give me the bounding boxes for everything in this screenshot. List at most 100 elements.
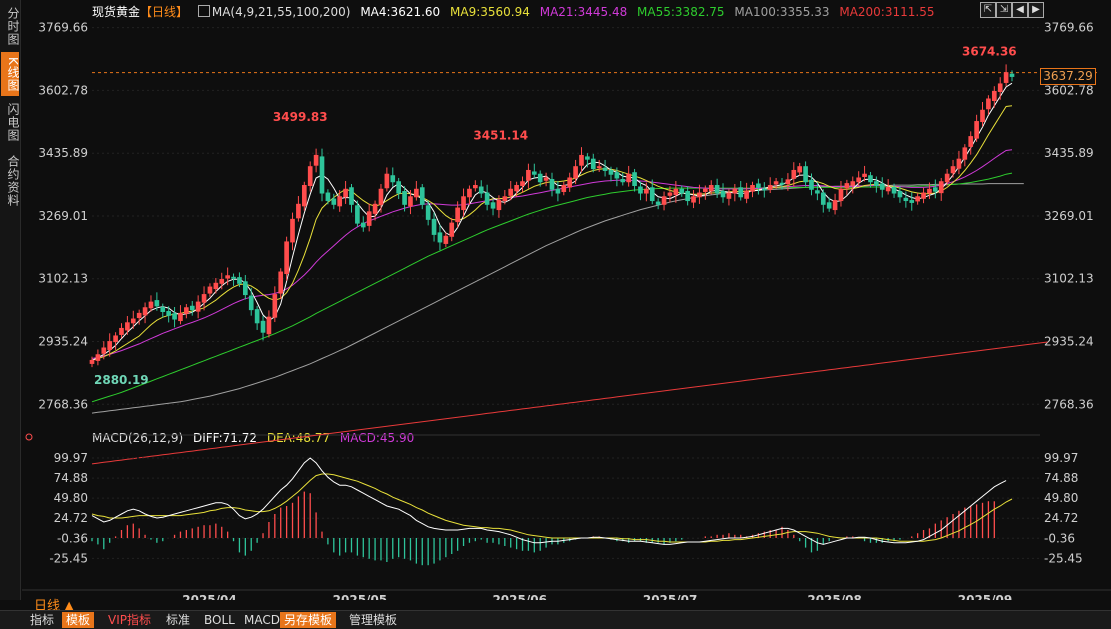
price-tick-right: 2935.24 <box>1044 335 1094 349</box>
price-tick-left: 3269.01 <box>38 209 88 223</box>
price-tick-right: 2768.36 <box>1044 397 1094 411</box>
candle-body <box>938 181 944 194</box>
candle-body <box>720 191 726 198</box>
ma200-line <box>91 341 1048 465</box>
candle-body <box>189 305 195 311</box>
candle-body <box>667 192 673 196</box>
candle-body <box>703 188 708 193</box>
rail-tab-lightning[interactable]: 闪电图 <box>1 100 20 144</box>
date-tick: 2025/08 <box>807 593 861 600</box>
candle-body <box>991 90 997 101</box>
candle-body <box>1003 72 1009 83</box>
tab-save-template[interactable]: 另存模板 <box>280 612 337 628</box>
candle-body <box>750 185 755 192</box>
candle-body <box>915 196 920 202</box>
ma-lines <box>91 82 1048 465</box>
candle-body <box>461 196 466 211</box>
candle-body <box>508 188 514 196</box>
tab-boll[interactable]: BOLL <box>200 612 239 628</box>
candle-body <box>396 181 401 194</box>
candle-body <box>997 83 1003 92</box>
candle-body <box>944 173 950 183</box>
candle-body <box>360 222 366 228</box>
candle-body <box>95 354 101 361</box>
candle-body <box>160 306 166 313</box>
candle-body <box>714 185 720 194</box>
candle-body <box>443 235 449 244</box>
candle-body <box>219 279 225 284</box>
candle-body <box>879 183 885 190</box>
candle-body <box>590 158 596 170</box>
candle-body <box>372 203 378 214</box>
candle-body <box>1009 73 1015 77</box>
candle-body <box>891 186 897 194</box>
tab-indicator[interactable]: 指标 <box>26 612 58 628</box>
candle-body <box>526 169 531 181</box>
chart-area[interactable]: 3769.66 3769.66 3602.78 3602.78 3435.89 3435.… <box>22 0 1111 600</box>
candle-body <box>278 271 284 294</box>
price-grid <box>92 27 1098 436</box>
date-tick: 2025/07 <box>643 593 697 600</box>
ma100-line <box>91 183 1024 414</box>
candle-body <box>761 188 767 191</box>
candle-body <box>732 188 738 194</box>
candle-body <box>408 196 413 207</box>
candle-body <box>260 320 266 333</box>
date-tick: 2025/06 <box>492 593 546 600</box>
candle-body <box>331 198 337 205</box>
candle-body <box>349 187 354 205</box>
macd-tick-left: 24.72 <box>54 511 88 525</box>
candle-body <box>231 276 236 279</box>
candle-body <box>107 341 113 351</box>
candle-body <box>573 166 578 179</box>
candle-body <box>549 178 555 190</box>
candle-body <box>425 205 431 220</box>
macd-tick-left: 74.88 <box>54 471 88 485</box>
candle-body <box>903 197 909 202</box>
tab-vip-indicator[interactable]: VIP指标 <box>104 612 155 628</box>
candle-body <box>579 154 584 166</box>
macd-diff-line <box>91 457 1007 545</box>
candle-body <box>679 188 685 194</box>
candle-body <box>284 241 289 275</box>
tab-standard[interactable]: 标准 <box>162 612 194 628</box>
left-rail: 分时图 K线图 闪电图 合约资料 <box>0 0 21 600</box>
candle-body <box>478 186 484 194</box>
tab-manage-template[interactable]: 管理模板 <box>345 612 401 628</box>
candle-body <box>419 187 425 205</box>
candle-body <box>148 301 154 309</box>
candle-body <box>502 196 508 202</box>
candle-body <box>832 200 838 211</box>
candle-body <box>567 177 573 188</box>
candle-body <box>820 192 826 205</box>
candle-body <box>195 301 201 312</box>
candle-body <box>620 178 626 183</box>
annotation-high: 3499.83 <box>273 110 328 124</box>
rail-tab-kline[interactable]: K线图 <box>1 52 20 96</box>
current-price-box: 3637.29 <box>1040 68 1096 85</box>
candle-body <box>384 173 390 189</box>
candle-body <box>980 109 985 123</box>
price-tick-left: 3435.89 <box>38 146 88 160</box>
candle-body <box>868 175 873 183</box>
candle-body <box>962 147 968 160</box>
candle-body <box>537 173 543 183</box>
candle-body <box>319 156 325 194</box>
candle-body <box>626 173 631 183</box>
candle-body <box>313 154 319 166</box>
price-tick-right: 3269.01 <box>1044 209 1094 223</box>
candle-body <box>756 183 761 188</box>
candle-body <box>290 218 295 243</box>
tab-macd[interactable]: MACD <box>240 612 284 628</box>
tab-template[interactable]: 模板 <box>62 612 95 628</box>
annotation-low: 2880.19 <box>94 373 149 387</box>
candle-body <box>473 185 478 189</box>
macd-lines <box>25 433 1013 545</box>
candle-body <box>490 202 496 209</box>
candle-body <box>225 275 230 279</box>
rail-tab-timeshare[interactable]: 分时图 <box>1 4 20 48</box>
candle-body <box>307 166 313 187</box>
ma55-line <box>91 172 1013 403</box>
rail-tab-contract-info[interactable]: 合约资料 <box>1 150 20 212</box>
candle-body <box>455 207 460 223</box>
